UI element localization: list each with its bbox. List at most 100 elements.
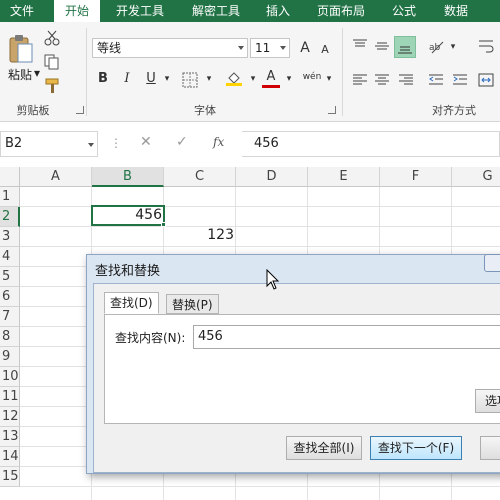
row-gridline <box>20 246 500 247</box>
row-header-2[interactable]: 2 <box>0 207 20 227</box>
copy-icon[interactable] <box>44 54 60 70</box>
cancel-icon[interactable]: ✕ <box>140 134 152 150</box>
orientation-dropdown-icon[interactable]: ▾ <box>444 38 462 56</box>
find-what-input[interactable]: 456 <box>193 325 500 349</box>
name-box[interactable]: B2 <box>0 131 98 157</box>
align-bottom-icon <box>398 46 412 54</box>
tab-insert[interactable]: 插入 <box>258 0 298 22</box>
increase-indent-icon[interactable] <box>452 72 468 88</box>
enter-icon[interactable]: ✓ <box>176 134 188 150</box>
column-header-f[interactable]: F <box>380 167 452 187</box>
dialog-title: 查找和替换 <box>95 264 161 279</box>
font-size-select[interactable]: 11 <box>250 38 290 58</box>
paste-icon[interactable] <box>8 34 34 64</box>
name-box-value: B2 <box>5 136 23 151</box>
cell-b2[interactable]: 456 <box>92 207 162 223</box>
dialog-close-icon[interactable] <box>484 254 500 272</box>
find-what-label: 查找内容(N): <box>115 331 186 345</box>
font-size-value: 11 <box>255 41 271 55</box>
alignment-group-label: 对齐方式 <box>432 104 476 117</box>
orientation-icon[interactable]: ab <box>428 38 444 54</box>
row-header-1[interactable]: 1 <box>0 187 20 207</box>
ribbon-tab-bar: 文件 开始 开发工具 解密工具 插入 页面布局 公式 数据 <box>0 0 500 22</box>
find-panel: 查找内容(N): 456 选项 <box>104 314 500 424</box>
font-name-select[interactable]: 等线 <box>92 38 248 58</box>
column-header-a[interactable]: A <box>20 167 92 187</box>
cut-icon[interactable] <box>44 30 60 46</box>
cell-c3[interactable]: 123 <box>164 227 234 243</box>
row-header-9[interactable]: 9 <box>0 347 20 367</box>
insert-function-icon[interactable]: fx <box>213 135 224 149</box>
tab-home[interactable]: 开始 <box>54 0 100 22</box>
decrease-font-button[interactable]: A <box>316 41 334 59</box>
phonetic-dropdown-icon[interactable]: ▾ <box>320 70 338 88</box>
tab-data[interactable]: 数据 <box>434 0 478 22</box>
format-painter-icon[interactable] <box>44 78 60 94</box>
column-header-b[interactable]: B <box>92 167 164 187</box>
clipboard-launcher-icon[interactable] <box>76 106 84 114</box>
find-next-button[interactable]: 查找下一个(F) <box>370 436 462 460</box>
formula-input[interactable]: 456 <box>242 131 500 157</box>
font-color-dropdown-icon[interactable]: ▾ <box>280 70 298 88</box>
fill-color-dropdown-icon[interactable]: ▾ <box>244 70 262 88</box>
font-launcher-icon[interactable] <box>328 106 336 114</box>
column-header-d[interactable]: D <box>236 167 308 187</box>
row-header-7[interactable]: 7 <box>0 307 20 327</box>
align-top-icon[interactable] <box>352 38 368 54</box>
tab-developer[interactable]: 开发工具 <box>108 0 172 22</box>
decrease-indent-icon[interactable] <box>428 72 444 88</box>
row-header-3[interactable]: 3 <box>0 227 20 247</box>
tab-replace[interactable]: 替换(P) <box>166 294 219 314</box>
tab-page-layout[interactable]: 页面布局 <box>306 0 376 22</box>
column-header-e[interactable]: E <box>308 167 380 187</box>
chevron-down-icon <box>88 143 94 147</box>
row-header-11[interactable]: 11 <box>0 387 20 407</box>
font-color-button[interactable]: A <box>262 68 280 88</box>
tab-decrypt-tools[interactable]: 解密工具 <box>184 0 248 22</box>
dialog-body: 查找(D) 替换(P) 查找内容(N): 456 选项 查找全部(I) 查找下一… <box>93 283 500 473</box>
row-header-6[interactable]: 6 <box>0 287 20 307</box>
close-button[interactable] <box>480 436 500 460</box>
clipboard-group-label: 剪贴板 <box>16 104 50 117</box>
tab-file[interactable]: 文件 <box>4 0 40 22</box>
align-right-icon[interactable] <box>398 72 414 88</box>
row-header-8[interactable]: 8 <box>0 327 20 347</box>
align-center-icon[interactable] <box>374 72 390 88</box>
column-header-c[interactable]: C <box>164 167 236 187</box>
find-all-button[interactable]: 查找全部(I) <box>286 436 362 460</box>
wrap-text-icon[interactable] <box>478 38 494 54</box>
mouse-cursor-icon <box>266 269 280 290</box>
row-header-12[interactable]: 12 <box>0 407 20 427</box>
align-left-icon[interactable] <box>352 72 368 88</box>
merge-center-icon[interactable] <box>478 72 494 88</box>
row-header-5[interactable]: 5 <box>0 267 20 287</box>
select-all-corner[interactable] <box>0 167 20 187</box>
tab-formulas[interactable]: 公式 <box>384 0 424 22</box>
align-bottom-button[interactable] <box>394 36 416 58</box>
row-header-10[interactable]: 10 <box>0 367 20 387</box>
paste-button-label[interactable]: 粘贴 <box>8 66 32 83</box>
row-header-4[interactable]: 4 <box>0 247 20 267</box>
group-divider <box>86 28 87 116</box>
row-header-14[interactable]: 14 <box>0 447 20 467</box>
column-header-g[interactable]: G <box>452 167 500 187</box>
formula-bar: B2 ⋮ ✕ ✓ fx 456 <box>0 131 500 157</box>
borders-dropdown-icon[interactable]: ▾ <box>200 70 218 88</box>
chevron-down-icon <box>280 46 286 50</box>
underline-dropdown-icon[interactable]: ▾ <box>158 70 176 88</box>
svg-text:ab: ab <box>429 43 441 53</box>
fill-color-icon[interactable] <box>226 70 242 86</box>
more-icon: ⋮ <box>110 136 122 150</box>
italic-button[interactable]: I <box>118 70 136 88</box>
options-button[interactable]: 选项 <box>475 389 500 413</box>
ribbon: 粘贴 ▾ 剪贴板 等线 11 A A B I U ▾ ▾ ▾ A ▾ wén ▾… <box>0 22 500 122</box>
tab-find[interactable]: 查找(D) <box>104 292 159 314</box>
bold-button[interactable]: B <box>94 70 112 88</box>
increase-font-button[interactable]: A <box>296 39 314 57</box>
paste-dropdown-icon[interactable]: ▾ <box>34 66 40 80</box>
row-gridline <box>20 486 500 487</box>
row-header-13[interactable]: 13 <box>0 427 20 447</box>
align-middle-icon[interactable] <box>374 38 390 54</box>
row-header-15[interactable]: 15 <box>0 467 20 487</box>
borders-icon[interactable] <box>182 72 198 88</box>
